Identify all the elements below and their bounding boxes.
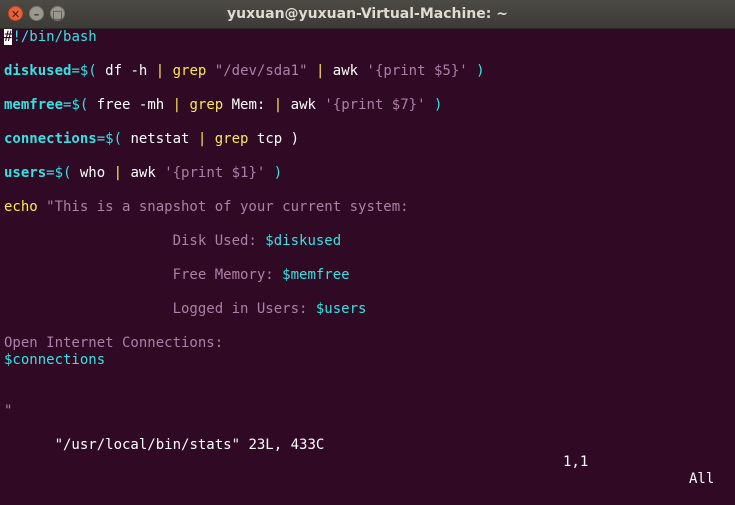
variable-ref: $diskused: [265, 233, 342, 249]
code-line-connections: connections=$( netstat | grep tcp ): [4, 131, 299, 148]
string-literal: Free Memory:: [4, 267, 283, 283]
variable-name: diskused: [4, 63, 72, 79]
awk-program: '{print $7}': [324, 97, 426, 113]
variable-ref: $users: [315, 301, 367, 317]
cmd-text: awk: [122, 165, 165, 181]
string-literal: Disk Used:: [4, 233, 266, 249]
code-line-open-conn: Open Internet Connections:: [4, 335, 223, 352]
string-literal: Logged in Users:: [4, 301, 316, 317]
close-paren: ): [467, 63, 485, 79]
scroll-indicator: All: [689, 471, 715, 487]
string-literal: "/dev/sda1": [214, 63, 308, 79]
string-literal: Open Internet Connections:: [4, 335, 224, 351]
file-info: "/usr/local/bin/stats" 23L, 433C: [54, 437, 325, 453]
pipe-op: |: [273, 97, 283, 113]
cmd-text: tcp ): [248, 131, 300, 147]
code-line-users-out: Logged in Users: $users: [4, 301, 367, 318]
cmd-text: who: [71, 165, 114, 181]
assign-op: =$(: [63, 97, 89, 113]
variable-name: connections: [4, 131, 97, 147]
cmd-text: free -mh: [88, 97, 173, 113]
code-line-mem: Free Memory: $memfree: [4, 267, 350, 284]
grep-keyword: grep: [189, 97, 224, 113]
code-line-disk: Disk Used: $diskused: [4, 233, 342, 250]
code-line-echo: echo "This is a snapshot of your current…: [4, 199, 409, 216]
assign-op: =$(: [46, 165, 72, 181]
code-line-diskused: diskused=$( df -h | grep "/dev/sda1" | a…: [4, 63, 485, 80]
string-literal: "This is a snapshot of your current syst…: [37, 199, 409, 215]
code-line-users: users=$( who | awk '{print $1}' ): [4, 165, 282, 182]
cursor-position: 1,1: [563, 454, 589, 470]
assign-op: =$(: [96, 131, 123, 147]
cmd-text: Mem:: [223, 97, 274, 113]
variable-ref: $memfree: [282, 267, 350, 283]
string-literal: ": [4, 403, 13, 419]
cmd-text: df -h: [96, 63, 156, 79]
cmd-text: awk: [324, 63, 367, 79]
vim-editor[interactable]: #!/bin/bash diskused=$( df -h | grep "/d…: [4, 29, 735, 487]
cmd-text: netstat: [122, 131, 198, 147]
title-bar[interactable]: ✕ – □ yuxuan@yuxuan-Virtual-Machine: ~: [0, 0, 735, 29]
awk-program: '{print $5}': [366, 63, 468, 79]
variable-ref: $connections: [4, 352, 106, 368]
window-title: yuxuan@yuxuan-Virtual-Machine: ~: [227, 6, 508, 22]
code-line-conn-var: $connections: [4, 352, 105, 369]
close-paren: ): [425, 97, 443, 113]
pipe-op: |: [113, 165, 123, 181]
close-paren: ): [265, 165, 283, 181]
pipe-op: |: [155, 63, 165, 79]
variable-name: users: [4, 165, 47, 181]
terminal-window: ✕ – □ yuxuan@yuxuan-Virtual-Machine: ~ #…: [0, 0, 735, 487]
code-line-memfree: memfree=$( free -mh | grep Mem: | awk '{…: [4, 97, 442, 114]
assign-op: =$(: [71, 63, 97, 79]
awk-program: '{print $1}': [164, 165, 266, 181]
pipe-op: |: [172, 97, 182, 113]
code-line-closing: ": [4, 403, 12, 420]
variable-name: memfree: [4, 97, 64, 113]
shebang-text: !/bin/bash: [12, 29, 97, 45]
grep-keyword: grep: [214, 131, 249, 147]
code-line-1: #!/bin/bash: [4, 29, 97, 46]
echo-keyword: echo: [4, 199, 38, 215]
grep-keyword: grep: [172, 63, 207, 79]
cmd-text: awk: [282, 97, 325, 113]
vim-status-bar: "/usr/local/bin/stats" 23L, 433C 1,1 All: [4, 420, 735, 487]
